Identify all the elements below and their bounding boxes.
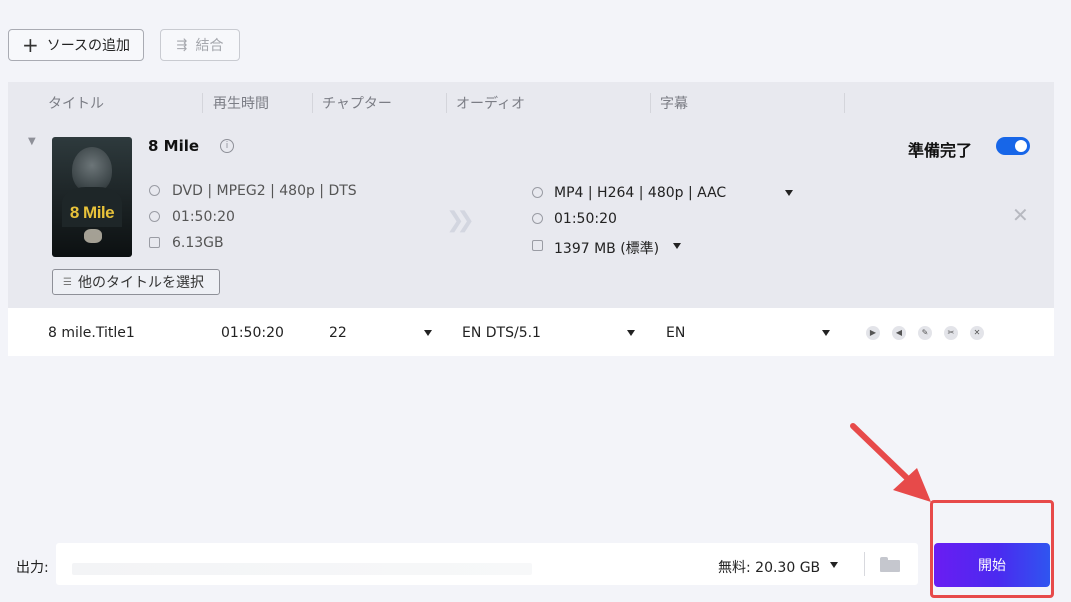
ready-toggle[interactable] <box>996 137 1030 155</box>
output-format-dropdown-icon[interactable] <box>785 190 793 196</box>
format-icon <box>532 187 543 198</box>
file-size-icon <box>532 240 543 251</box>
add-source-button[interactable]: + ソースの追加 <box>8 29 144 61</box>
chapter-dropdown-icon[interactable] <box>424 330 432 336</box>
edit-icon[interactable]: ✎ <box>918 326 932 340</box>
row-duration: 01:50:20 <box>221 325 284 341</box>
status-label: 準備完了 <box>908 141 973 160</box>
add-source-label: ソースの追加 <box>46 38 131 54</box>
output-path-value <box>72 563 532 575</box>
clock-icon <box>532 213 543 224</box>
output-size-dropdown-icon[interactable] <box>673 243 681 249</box>
convert-arrow-icon: ❯❯ <box>446 208 475 233</box>
collapse-toggle-icon[interactable]: ▼ <box>28 136 36 147</box>
subtitle-dropdown-icon[interactable] <box>822 330 830 336</box>
source-duration: 01:50:20 <box>172 209 235 225</box>
header-divider <box>650 93 651 113</box>
merge-label: 結合 <box>195 38 224 54</box>
row-subtitle[interactable]: EN <box>666 325 685 341</box>
poster-title: 8 Mile <box>69 203 115 222</box>
header-audio: オーディオ <box>456 96 526 112</box>
header-divider <box>446 93 447 113</box>
free-space-dropdown-icon[interactable] <box>830 562 838 568</box>
remove-item-icon[interactable]: ✕ <box>1012 203 1029 227</box>
folder-icon[interactable] <box>880 557 900 572</box>
audio-dropdown-icon[interactable] <box>627 330 635 336</box>
play-icon[interactable]: ▶ <box>866 326 880 340</box>
file-size-icon <box>149 237 160 248</box>
merge-icon: ⇶ <box>176 37 188 53</box>
header-subtitle: 字幕 <box>660 96 688 112</box>
header-divider <box>312 93 313 113</box>
output-duration: 01:50:20 <box>554 211 617 227</box>
annotation-highlight-box <box>930 500 1054 598</box>
annotation-arrow-icon <box>850 423 931 502</box>
header-duration: 再生時間 <box>213 96 269 112</box>
free-space[interactable]: 無料: 20.30 GB <box>718 557 820 577</box>
row-chapter[interactable]: 22 <box>329 325 347 341</box>
header-chapter: チャプター <box>322 96 392 112</box>
row-title: 8 mile.Title1 <box>48 325 135 341</box>
select-other-titles-button[interactable]: ☰ 他のタイトルを選択 <box>52 269 220 295</box>
movie-poster: 8 Mile <box>52 137 132 257</box>
table-header <box>8 82 1054 122</box>
toggle-knob <box>1015 140 1027 152</box>
divider <box>864 552 865 576</box>
header-title: タイトル <box>48 96 104 112</box>
header-divider <box>844 93 845 113</box>
disc-icon <box>149 185 160 196</box>
select-other-titles-label: 他のタイトルを選択 <box>77 275 204 291</box>
cut-icon[interactable]: ✂ <box>944 326 958 340</box>
source-size: 6.13GB <box>172 235 224 251</box>
crop-icon[interactable]: ◀ <box>892 326 906 340</box>
delete-row-icon[interactable]: ✕ <box>970 326 984 340</box>
list-icon: ☰ <box>63 276 72 288</box>
plus-icon: + <box>21 33 39 57</box>
row-audio[interactable]: EN DTS/5.1 <box>462 325 541 341</box>
output-label: 出力: <box>16 560 49 576</box>
clock-icon <box>149 211 160 222</box>
header-divider <box>202 93 203 113</box>
output-format[interactable]: MP4 | H264 | 480p | AAC <box>554 185 726 201</box>
merge-button[interactable]: ⇶ 結合 <box>160 29 240 61</box>
source-format: DVD | MPEG2 | 480p | DTS <box>172 183 357 199</box>
info-icon[interactable]: i <box>220 139 234 153</box>
item-title: 8 Mile <box>148 137 200 155</box>
output-size[interactable]: 1397 MB (標準) <box>554 238 659 258</box>
